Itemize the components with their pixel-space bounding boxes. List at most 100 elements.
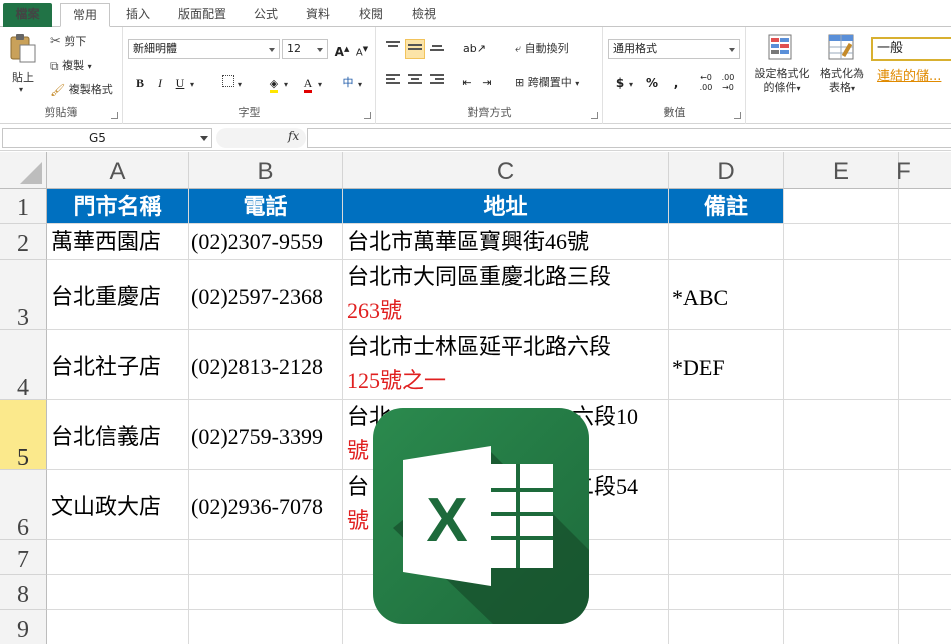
conditional-dropdown-icon[interactable]: ▾ — [796, 84, 800, 93]
align-left-button[interactable] — [383, 73, 403, 93]
tab-file[interactable]: 檔案 — [3, 3, 52, 27]
row-header-4[interactable]: 4 — [0, 330, 47, 401]
wrap-text-button[interactable]: ⤶ 自動換列 — [515, 42, 569, 56]
column-header-a[interactable]: A — [47, 152, 189, 189]
cell-b3[interactable]: (02)2597-2368 — [189, 260, 343, 330]
cell-c4[interactable]: 台北市士林區延平北路六段 125號之一 — [343, 330, 669, 400]
cell-b9[interactable] — [189, 610, 343, 644]
cell-b1[interactable]: 電話 — [189, 189, 343, 224]
cell-b5[interactable]: (02)2759-3399 — [189, 400, 343, 470]
tab-page-layout[interactable]: 版面配置 — [168, 3, 236, 27]
decrease-font-size-button[interactable]: A▼ — [352, 39, 372, 59]
increase-indent-button[interactable]: ⇥ — [477, 73, 497, 93]
row-header-3[interactable]: 3 — [0, 260, 47, 331]
cell-a1[interactable]: 門市名稱 — [47, 189, 189, 224]
cell-d1[interactable]: 備註 — [669, 189, 784, 224]
percent-button[interactable]: % — [642, 73, 662, 93]
currency-button[interactable]: $ — [610, 73, 630, 93]
cell-c2[interactable]: 台北市萬華區寶興街46號 — [343, 224, 669, 260]
cell-f8[interactable] — [899, 575, 951, 610]
cell-f9[interactable] — [899, 610, 951, 644]
tab-insert[interactable]: 插入 — [118, 3, 158, 27]
style-hyperlink[interactable]: 連結的儲... — [873, 67, 951, 89]
cell-a4[interactable]: 台北社子店 — [47, 330, 189, 400]
cell-a2[interactable]: 萬華西園店 — [47, 224, 189, 260]
tab-view[interactable]: 檢視 — [403, 3, 445, 27]
formula-input[interactable] — [307, 128, 951, 148]
number-format-select[interactable]: 通用格式 — [608, 39, 740, 59]
cell-e1[interactable] — [784, 189, 899, 224]
align-bottom-button[interactable] — [427, 39, 447, 59]
cell-f6[interactable] — [899, 470, 951, 540]
cell-b6[interactable]: (02)2936-7078 — [189, 470, 343, 540]
row-header-9[interactable]: 9 — [0, 610, 47, 644]
row-header-7[interactable]: 7 — [0, 540, 47, 575]
cell-f7[interactable] — [899, 540, 951, 575]
cell-b2[interactable]: (02)2307-9559 — [189, 224, 343, 260]
paste-dropdown-icon[interactable]: ▾ — [19, 83, 23, 97]
worksheet-grid[interactable]: A B C D E F 1 2 3 4 5 6 7 8 9 門市名稱 電話 地址… — [0, 152, 951, 644]
row-header-1[interactable]: 1 — [0, 189, 47, 224]
font-color-dropdown-icon[interactable]: ▾ — [318, 78, 322, 92]
cell-a5[interactable]: 台北信義店 — [47, 400, 189, 470]
column-header-e[interactable]: E — [784, 152, 899, 189]
phonetic-button[interactable]: 中 — [338, 73, 358, 93]
row-header-2[interactable]: 2 — [0, 224, 47, 260]
cell-e9[interactable] — [784, 610, 899, 644]
underline-button[interactable]: U — [170, 73, 190, 93]
cell-d7[interactable] — [669, 540, 784, 575]
tab-home[interactable]: 常用 — [60, 3, 110, 27]
cell-d5[interactable] — [669, 400, 784, 470]
cell-d9[interactable] — [669, 610, 784, 644]
cell-a7[interactable] — [47, 540, 189, 575]
clipboard-launcher-icon[interactable] — [111, 112, 118, 119]
copy-button[interactable]: ⧉ 複製 ▾ — [50, 59, 92, 74]
row-header-5[interactable]: 5 — [0, 400, 47, 471]
format-as-table-button[interactable]: 格式化為 表格▾ — [813, 31, 871, 101]
cell-e4[interactable] — [784, 330, 899, 400]
conditional-formatting-button[interactable]: 設定格式化 的條件▾ — [751, 31, 813, 101]
tab-data[interactable]: 資料 — [297, 3, 339, 27]
column-header-f[interactable]: F — [896, 152, 951, 189]
number-launcher-icon[interactable] — [734, 112, 741, 119]
select-all-button[interactable] — [0, 152, 47, 189]
column-header-b[interactable]: B — [189, 152, 343, 189]
cell-f3[interactable] — [899, 260, 951, 330]
font-launcher-icon[interactable] — [364, 112, 371, 119]
cell-e8[interactable] — [784, 575, 899, 610]
align-top-button[interactable] — [383, 39, 403, 59]
align-middle-button[interactable] — [405, 39, 425, 59]
cell-f1[interactable] — [899, 189, 951, 224]
cell-a9[interactable] — [47, 610, 189, 644]
font-size-select[interactable]: 12 — [282, 39, 328, 59]
cell-d6[interactable] — [669, 470, 784, 540]
column-header-d[interactable]: D — [669, 152, 784, 189]
bold-button[interactable]: B — [130, 73, 150, 93]
orientation-button[interactable]: ab↗ — [463, 39, 486, 59]
insert-function-button[interactable]: fx — [288, 129, 299, 143]
cell-d3[interactable]: *ABC — [669, 260, 784, 330]
merge-dropdown-icon[interactable]: ▾ — [575, 79, 579, 88]
italic-button[interactable]: I — [150, 73, 170, 93]
style-normal[interactable]: 一般 — [871, 37, 951, 61]
currency-dropdown-icon[interactable]: ▾ — [629, 78, 633, 92]
cell-a8[interactable] — [47, 575, 189, 610]
cell-d4[interactable]: *DEF — [669, 330, 784, 400]
cell-e6[interactable] — [784, 470, 899, 540]
align-right-button[interactable] — [427, 73, 447, 93]
tab-review[interactable]: 校閱 — [350, 3, 392, 27]
cell-f5[interactable] — [899, 400, 951, 470]
underline-dropdown-icon[interactable]: ▾ — [190, 78, 194, 92]
align-center-button[interactable] — [405, 73, 425, 93]
column-header-c[interactable]: C — [343, 152, 669, 189]
font-color-button[interactable]: A — [298, 73, 318, 93]
borders-button[interactable] — [218, 73, 238, 93]
cell-e5[interactable] — [784, 400, 899, 470]
row-header-6[interactable]: 6 — [0, 470, 47, 541]
fill-color-button[interactable]: ◈ — [264, 73, 284, 93]
phonetic-dropdown-icon[interactable]: ▾ — [358, 78, 362, 92]
increase-font-size-button[interactable]: A▲ — [332, 39, 352, 59]
cell-b4[interactable]: (02)2813-2128 — [189, 330, 343, 400]
cell-e3[interactable] — [784, 260, 899, 330]
cell-d2[interactable] — [669, 224, 784, 260]
